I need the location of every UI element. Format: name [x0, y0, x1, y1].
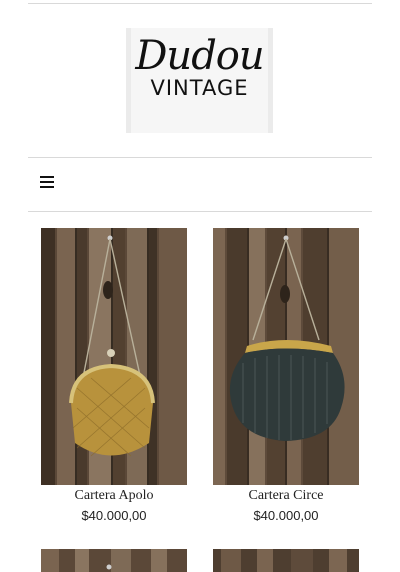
nav-divider	[28, 211, 372, 212]
product-image-partial[interactable]	[41, 549, 187, 572]
product-image-partial[interactable]	[213, 549, 359, 572]
product-price: $40.000,00	[81, 508, 147, 523]
product-card[interactable]: Cartera Circe $40.000,00	[213, 228, 359, 525]
product-name[interactable]: Cartera Apolo	[41, 487, 187, 505]
logo-script-text: Dudou	[135, 33, 264, 79]
product-image[interactable]	[41, 228, 187, 485]
site-logo[interactable]: Dudou VINTAGE	[126, 28, 273, 133]
top-divider	[28, 3, 372, 4]
hamburger-menu-icon[interactable]	[40, 176, 54, 190]
logo-sub-text: VINTAGE	[150, 76, 249, 100]
header-divider	[28, 157, 372, 158]
product-image[interactable]	[213, 228, 359, 485]
product-name[interactable]: Cartera Circe	[213, 487, 359, 505]
product-price: $40.000,00	[253, 508, 319, 523]
product-card[interactable]: Cartera Apolo $40.000,00	[41, 228, 187, 525]
